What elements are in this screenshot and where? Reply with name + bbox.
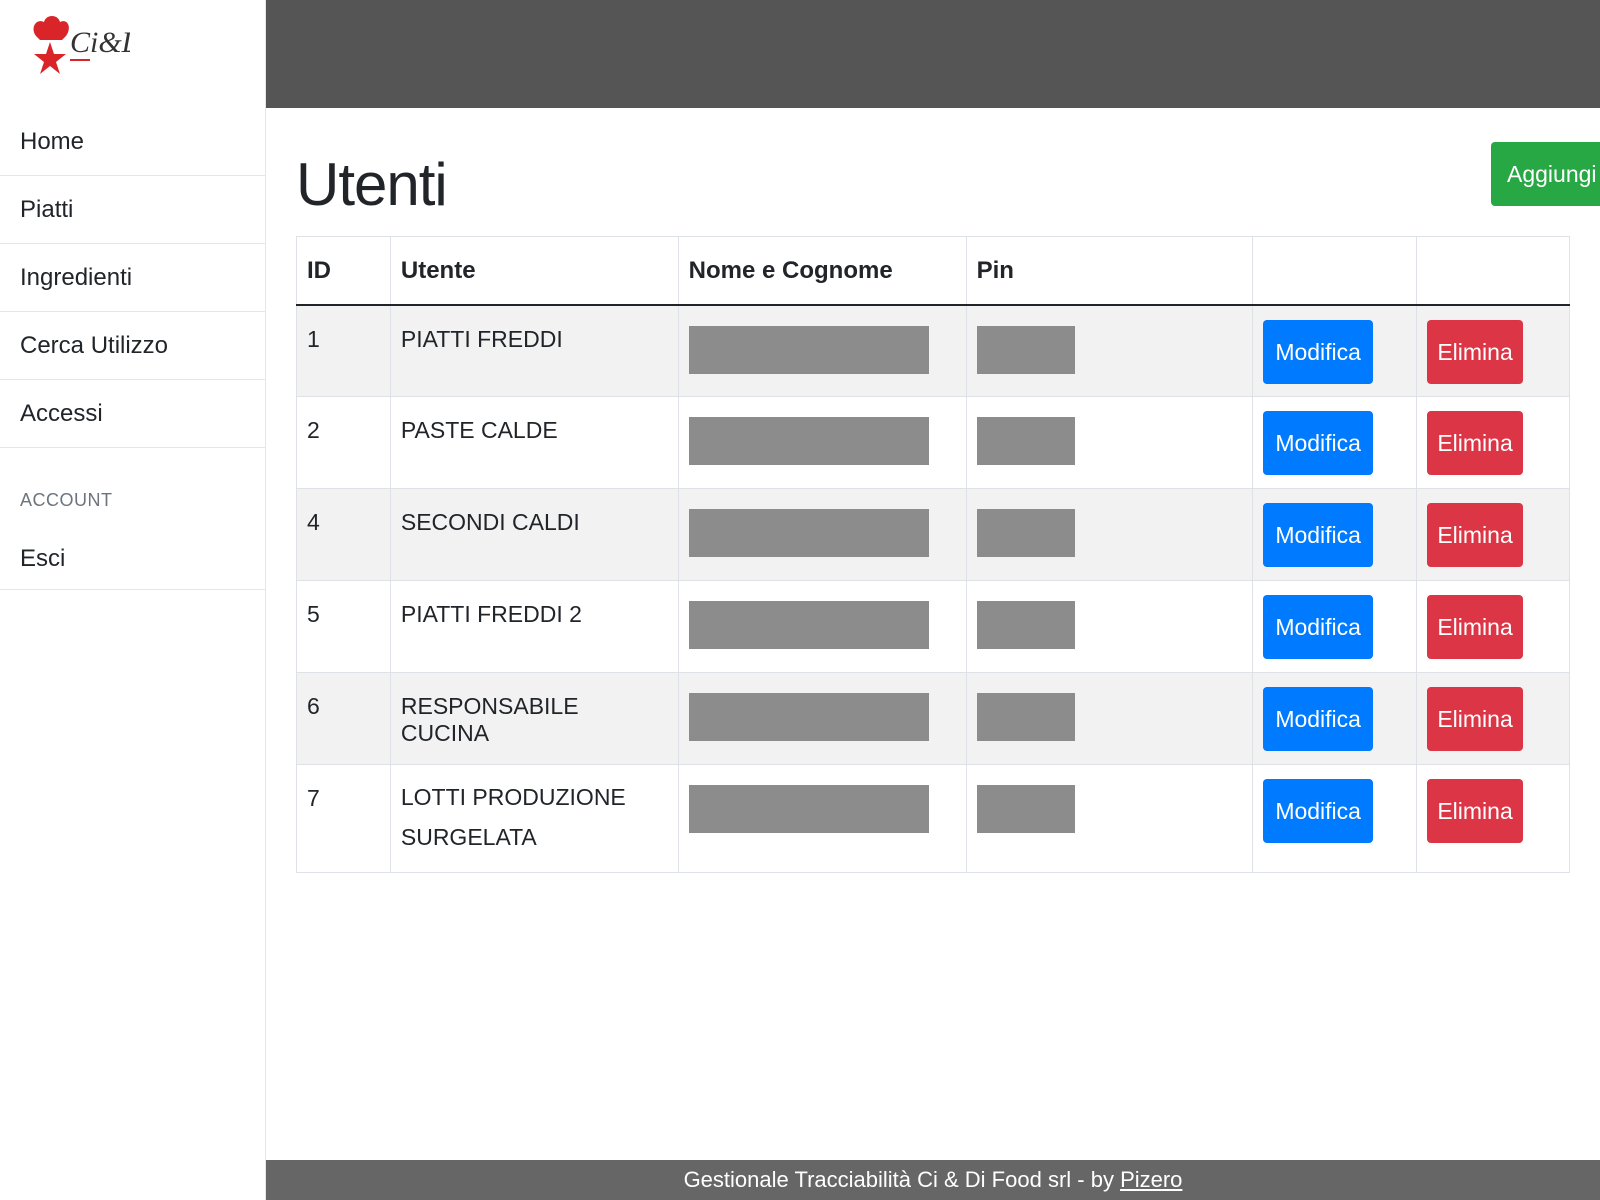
cell-nome-cognome xyxy=(677,672,967,765)
cell-delete: Elimina xyxy=(1416,672,1570,765)
sidebar-item-cerca-utilizzo[interactable]: Cerca Utilizzo xyxy=(0,312,265,380)
column-header-nome-cognome: Nome e Cognome xyxy=(677,236,967,306)
table-row: 6 RESPONSABILE CUCINA Modifica Elimina xyxy=(296,672,1570,765)
column-header-pin: Pin xyxy=(965,236,1254,306)
cell-utente: PIATTI FREDDI xyxy=(389,304,679,397)
cell-delete: Elimina xyxy=(1416,396,1570,489)
table-row: 5 PIATTI FREDDI 2 Modifica Elimina xyxy=(296,580,1570,673)
column-header-utente: Utente xyxy=(389,236,679,306)
redacted-name xyxy=(688,693,929,741)
cell-nome-cognome xyxy=(677,764,967,873)
edit-button[interactable]: Modifica xyxy=(1263,411,1374,475)
cell-edit: Modifica xyxy=(1252,672,1418,765)
delete-button[interactable]: Elimina xyxy=(1427,779,1524,843)
column-header-delete xyxy=(1416,236,1570,306)
delete-button[interactable]: Elimina xyxy=(1427,503,1524,567)
delete-button[interactable]: Elimina xyxy=(1427,595,1524,659)
cell-utente: PASTE CALDE xyxy=(389,396,679,489)
redacted-pin xyxy=(976,785,1075,833)
sidebar-item-home[interactable]: Home xyxy=(0,108,265,176)
sidebar-item-piatti[interactable]: Piatti xyxy=(0,176,265,244)
table-row: 4 SECONDI CALDI Modifica Elimina xyxy=(296,488,1570,581)
cell-delete: Elimina xyxy=(1416,580,1570,673)
redacted-name xyxy=(688,785,929,833)
redacted-name xyxy=(688,325,929,374)
delete-button[interactable]: Elimina xyxy=(1427,319,1524,384)
delete-button[interactable]: Elimina xyxy=(1427,411,1524,475)
redacted-pin xyxy=(976,417,1075,465)
cell-id: 6 xyxy=(296,672,391,765)
cell-delete: Elimina xyxy=(1416,764,1570,873)
edit-button[interactable]: Modifica xyxy=(1263,687,1374,751)
delete-button[interactable]: Elimina xyxy=(1427,687,1524,751)
cell-edit: Modifica xyxy=(1252,764,1418,873)
cell-nome-cognome xyxy=(677,488,967,581)
edit-button[interactable]: Modifica xyxy=(1263,503,1374,567)
cell-nome-cognome xyxy=(677,580,967,673)
cell-delete: Elimina xyxy=(1416,488,1570,581)
edit-button[interactable]: Modifica xyxy=(1263,595,1374,659)
cell-pin xyxy=(965,488,1254,581)
cell-id: 4 xyxy=(296,488,391,581)
cell-id: 1 xyxy=(296,304,391,397)
table-header-row: ID Utente Nome e Cognome Pin xyxy=(296,236,1570,306)
top-bar xyxy=(266,0,1600,108)
redacted-pin xyxy=(976,325,1075,374)
redacted-name xyxy=(688,509,929,557)
sidebar-item-accessi[interactable]: Accessi xyxy=(0,380,265,448)
table-row: 2 PASTE CALDE Modifica Elimina xyxy=(296,396,1570,489)
logo-text: Ci&Di xyxy=(70,26,130,59)
cell-pin xyxy=(965,396,1254,489)
cell-pin xyxy=(965,764,1254,873)
cell-utente: RESPONSABILE CUCINA xyxy=(389,672,679,765)
redacted-pin xyxy=(976,693,1075,741)
sidebar-item-esci[interactable]: Esci xyxy=(0,536,265,590)
brand-logo[interactable]: Ci&Di xyxy=(0,0,265,108)
cell-edit: Modifica xyxy=(1252,304,1418,397)
redacted-name xyxy=(688,601,929,649)
sidebar: Ci&Di Home Piatti Ingredienti Cerca Util… xyxy=(0,0,266,1200)
column-header-id: ID xyxy=(296,236,391,306)
cell-pin xyxy=(965,672,1254,765)
footer-link-pizero[interactable]: Pizero xyxy=(1120,1167,1182,1192)
column-header-edit xyxy=(1252,236,1418,306)
cell-edit: Modifica xyxy=(1252,488,1418,581)
cell-edit: Modifica xyxy=(1252,396,1418,489)
cell-nome-cognome xyxy=(677,304,967,397)
cell-id: 2 xyxy=(296,396,391,489)
footer-text: Gestionale Tracciabilità Ci & Di Food sr… xyxy=(683,1167,1121,1192)
add-user-button[interactable]: Aggiungi xyxy=(1491,142,1600,206)
sidebar-heading-account: ACCOUNT xyxy=(20,490,113,510)
cell-pin xyxy=(965,580,1254,673)
cell-utente: LOTTI PRODUZIONE SURGELATA xyxy=(389,764,679,873)
edit-button[interactable]: Modifica xyxy=(1263,319,1374,384)
cell-delete: Elimina xyxy=(1416,304,1570,397)
cell-utente: PIATTI FREDDI 2 xyxy=(389,580,679,673)
cell-id: 7 xyxy=(296,764,391,873)
cell-pin xyxy=(965,304,1254,397)
cell-utente: SECONDI CALDI xyxy=(389,488,679,581)
footer: Gestionale Tracciabilità Ci & Di Food sr… xyxy=(266,1160,1600,1200)
chef-hat-logo-icon: Ci&Di xyxy=(33,16,130,74)
redacted-name xyxy=(688,417,929,465)
edit-button[interactable]: Modifica xyxy=(1263,779,1374,843)
redacted-pin xyxy=(976,601,1075,649)
cell-nome-cognome xyxy=(677,396,967,489)
cell-id: 5 xyxy=(296,580,391,673)
table-row: 1 PIATTI FREDDI Modifica Elimina xyxy=(296,304,1570,397)
table-row: 7 LOTTI PRODUZIONE SURGELATA Modifica El… xyxy=(296,764,1570,873)
cell-edit: Modifica xyxy=(1252,580,1418,673)
sidebar-item-ingredienti[interactable]: Ingredienti xyxy=(0,244,265,312)
redacted-pin xyxy=(976,509,1075,557)
page-title: Utenti xyxy=(296,151,448,218)
users-table: ID Utente Nome e Cognome Pin 1 PIATTI FR… xyxy=(296,236,1570,873)
